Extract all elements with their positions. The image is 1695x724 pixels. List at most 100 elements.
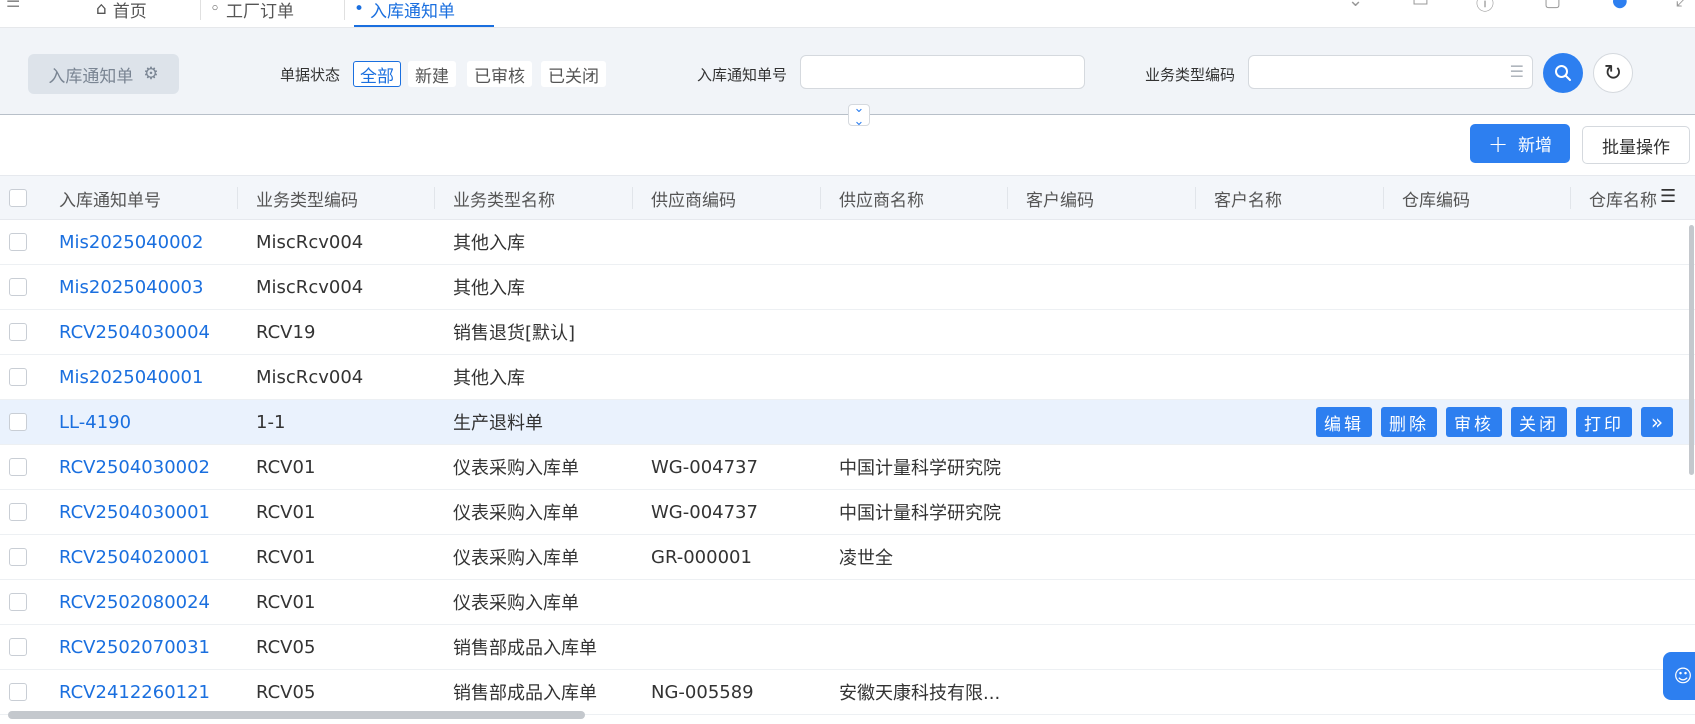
table-row[interactable]: RCV2502070031 RCV05 销售部成品入库单 (0, 625, 1695, 670)
table-row[interactable]: RCV2504020001 RCV01 仪表采购入库单 GR-000001 凌世… (0, 535, 1695, 580)
more-actions-button[interactable]: » (1641, 407, 1673, 437)
status-option-approved[interactable]: 已审核 (467, 61, 532, 87)
row-checkbox[interactable] (9, 368, 27, 386)
row-checkbox[interactable] (9, 683, 27, 701)
tab-inbound-notice[interactable]: • 入库通知单 (354, 0, 455, 27)
tab-factory-order[interactable]: ◦ 工厂订单 (210, 0, 294, 27)
column-header[interactable]: 仓库名称 (1589, 176, 1657, 220)
refresh-icon: ↻ (1603, 60, 1623, 86)
notice-no-link[interactable]: Mis2025040001 (59, 355, 203, 399)
column-header[interactable]: 供应商编码 (651, 176, 736, 220)
row-checkbox[interactable] (9, 278, 27, 296)
status-option-all[interactable]: 全部 (353, 61, 401, 87)
notice-no-link[interactable]: RCV2502070031 (59, 625, 210, 669)
table-row[interactable]: RCV2504030004 RCV19 销售退货[默认] (0, 310, 1695, 355)
column-divider[interactable] (1195, 187, 1196, 209)
tab-home[interactable]: ⌂ 首页 (96, 0, 147, 27)
batch-operation-button[interactable]: 批量操作 (1582, 126, 1690, 164)
approve-button[interactable]: 审核 (1446, 407, 1502, 437)
column-divider[interactable] (1383, 187, 1384, 209)
row-checkbox[interactable] (9, 548, 27, 566)
horizontal-scrollbar[interactable] (8, 711, 585, 719)
biz-code-cell: RCV01 (256, 456, 316, 478)
table-row[interactable]: RCV2502080024 RCV01 仪表采购入库单 (0, 580, 1695, 625)
table-row[interactable]: Mis2025040003 MiscRcv004 其他入库 (0, 265, 1695, 310)
supplier-code-cell: NG-005589 (651, 681, 754, 703)
gear-icon[interactable]: ⚙ (143, 64, 158, 84)
column-divider[interactable] (820, 187, 821, 209)
notice-no-input[interactable] (800, 55, 1085, 89)
biz-code-cell: 1-1 (256, 411, 286, 433)
row-checkbox[interactable] (9, 503, 27, 521)
refresh-button[interactable]: ↻ (1593, 53, 1633, 93)
notice-no-link[interactable]: RCV2504030001 (59, 490, 210, 534)
chevron-down-icon[interactable]: ⌄ (1348, 0, 1363, 11)
column-divider[interactable] (237, 187, 238, 209)
edit-button[interactable]: 编辑 (1316, 407, 1372, 437)
print-button[interactable]: 打印 (1576, 407, 1632, 437)
status-option-closed[interactable]: 已关闭 (541, 61, 606, 87)
help-icon[interactable]: ⓘ (1476, 0, 1494, 16)
screen-icon[interactable]: ▭ (1412, 0, 1429, 11)
column-header[interactable]: 业务类型名称 (453, 176, 555, 220)
column-header[interactable]: 供应商名称 (839, 176, 924, 220)
select-all-checkbox[interactable] (9, 189, 27, 207)
column-divider[interactable] (632, 187, 633, 209)
row-checkbox[interactable] (9, 638, 27, 656)
top-tab-bar: ☰ ⌂ 首页 ◦ 工厂订单 • 入库通知单 ⌄ ▭ ⓘ ▢ ● ⤢ (0, 0, 1695, 28)
row-checkbox[interactable] (9, 233, 27, 251)
notice-no-link[interactable]: LL-4190 (59, 400, 131, 444)
column-header[interactable]: 仓库编码 (1402, 176, 1470, 220)
column-header[interactable]: 客户名称 (1214, 176, 1282, 220)
row-checkbox[interactable] (9, 458, 27, 476)
biz-type-input[interactable]: ☰ (1248, 55, 1533, 89)
biz-code-cell: MiscRcv004 (256, 276, 364, 298)
search-button[interactable] (1543, 53, 1583, 93)
tab-label: 首页 (112, 1, 147, 22)
notice-no-link[interactable]: RCV2502080024 (59, 580, 210, 624)
page-title: 入库通知单 (48, 66, 134, 87)
notice-no-link[interactable]: Mis2025040002 (59, 220, 203, 264)
column-divider[interactable] (1007, 187, 1008, 209)
filter-bar: 入库通知单 ⚙ 单据状态 全部 新建 已审核 已关闭 入库通知单号 业务类型编码… (0, 28, 1695, 114)
notice-no-link[interactable]: RCV2412260121 (59, 670, 210, 714)
home-icon: ⌂ (96, 0, 107, 19)
column-divider[interactable] (1570, 187, 1571, 209)
row-checkbox[interactable] (9, 323, 27, 341)
biz-code-cell: RCV01 (256, 501, 316, 523)
table-row[interactable]: Mis2025040001 MiscRcv004 其他入库 (0, 355, 1695, 400)
table-row[interactable]: LL-4190 1-1 生产退料单 编辑 删除 审核 关闭 打印 » (0, 400, 1695, 445)
table-row[interactable]: RCV2412260121 RCV05 销售部成品入库单 NG-005589 安… (0, 670, 1695, 715)
column-header[interactable]: 业务类型编码 (256, 176, 358, 220)
biz-code-cell: RCV19 (256, 321, 316, 343)
biz-name-cell: 仪表采购入库单 (453, 503, 579, 524)
page-title-chip[interactable]: 入库通知单 ⚙ (28, 54, 179, 94)
assistant-robot-button[interactable]: ☺ (1663, 652, 1695, 700)
notice-no-link[interactable]: Mis2025040003 (59, 265, 203, 309)
status-option-new[interactable]: 新建 (408, 61, 456, 87)
row-action-group: 编辑 删除 审核 关闭 打印 » (1316, 407, 1673, 437)
table-row[interactable]: RCV2504030001 RCV01 仪表采购入库单 WG-004737 中国… (0, 490, 1695, 535)
expand-icon[interactable]: ⤢ (1676, 0, 1690, 11)
add-button[interactable]: + 新增 (1470, 124, 1570, 163)
column-settings-icon[interactable]: ☰ (1660, 186, 1676, 207)
column-header[interactable]: 入库通知单号 (59, 176, 161, 220)
menu-icon[interactable]: ☰ (6, 0, 20, 11)
table-row[interactable]: Mis2025040002 MiscRcv004 其他入库 (0, 220, 1695, 265)
column-divider[interactable] (434, 187, 435, 209)
notice-no-link[interactable]: RCV2504030004 (59, 310, 210, 354)
column-header[interactable]: 客户编码 (1026, 176, 1094, 220)
delete-button[interactable]: 删除 (1381, 407, 1437, 437)
row-checkbox[interactable] (9, 593, 27, 611)
list-icon[interactable]: ☰ (1510, 62, 1524, 81)
vertical-scrollbar[interactable] (1689, 225, 1694, 475)
row-checkbox[interactable] (9, 413, 27, 431)
biz-code-cell: MiscRcv004 (256, 366, 364, 388)
close-button[interactable]: 关闭 (1511, 407, 1567, 437)
message-icon[interactable]: ▢ (1544, 0, 1561, 11)
table-row[interactable]: RCV2504030002 RCV01 仪表采购入库单 WG-004737 中国… (0, 445, 1695, 490)
notice-no-link[interactable]: RCV2504030002 (59, 445, 210, 489)
avatar[interactable]: ● (1612, 0, 1628, 11)
expand-filter-button[interactable]: ⌄ ⌄ (848, 102, 870, 128)
notice-no-link[interactable]: RCV2504020001 (59, 535, 210, 579)
